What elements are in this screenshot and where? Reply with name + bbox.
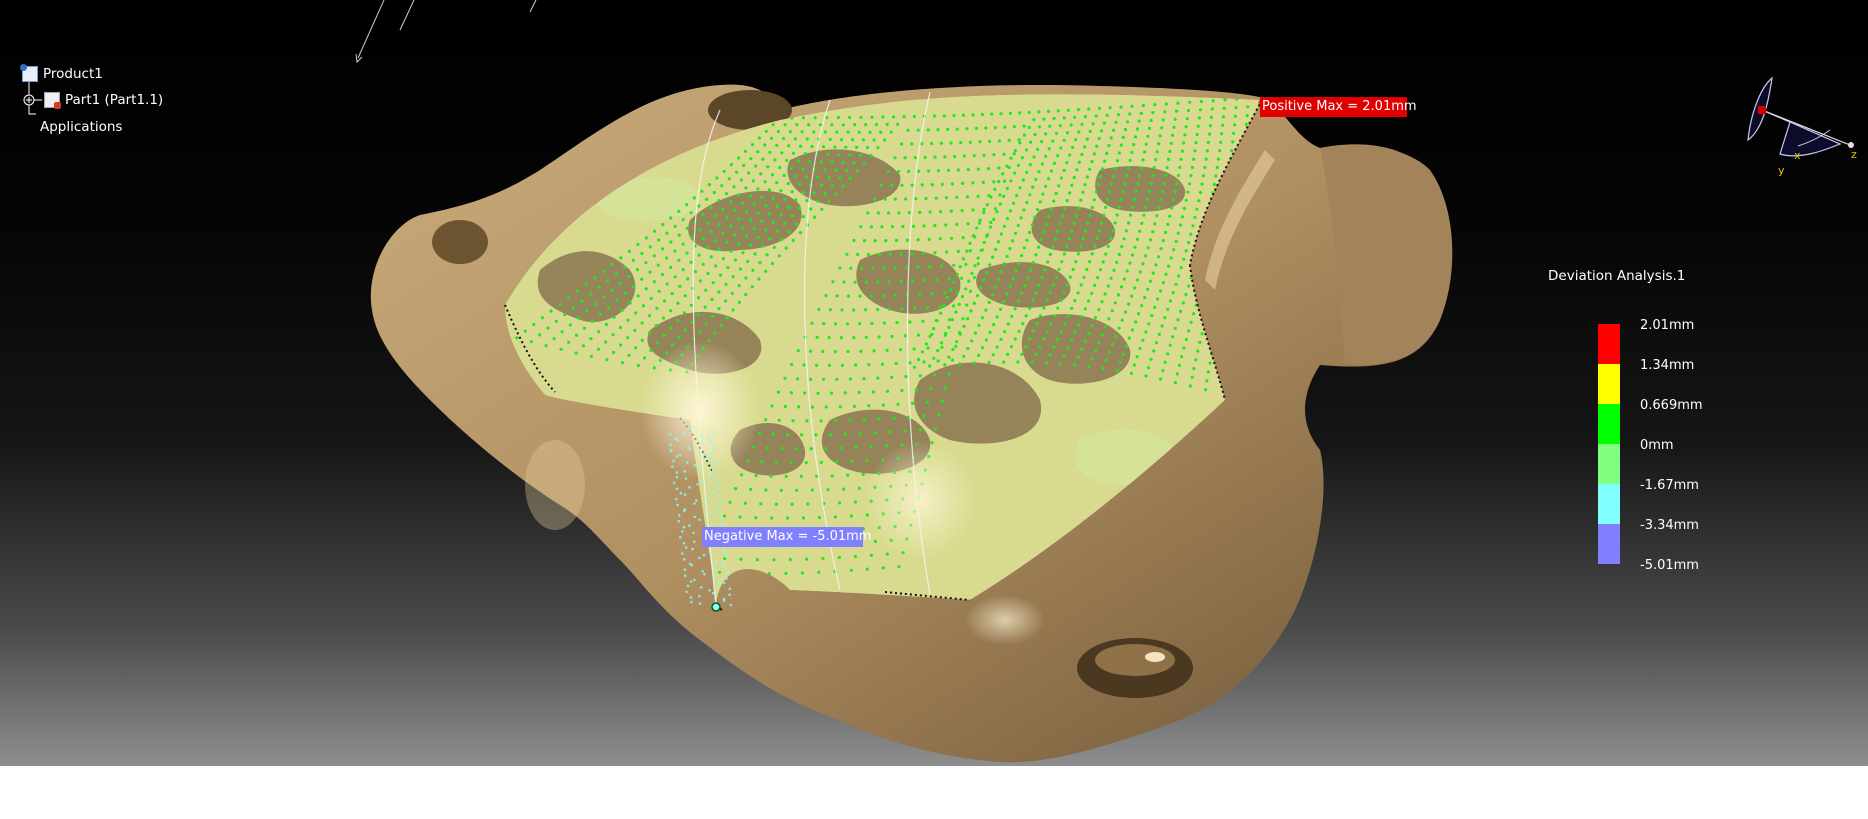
negative-max-marker [711, 602, 721, 612]
compass-icon[interactable]: x y z [1740, 70, 1860, 180]
legend-swatch [1598, 324, 1620, 364]
model-canvas[interactable] [0, 0, 1868, 766]
legend-label: 1.34mm [1640, 358, 1695, 373]
product-icon [20, 64, 38, 82]
tree-item-label: Part1 (Part1.1) [65, 92, 164, 108]
model-hole-left [432, 220, 488, 264]
legend-title: Deviation Analysis.1 [1548, 268, 1686, 284]
compass-z-label: z [1851, 148, 1857, 161]
legend-swatch [1598, 364, 1620, 404]
legend-swatch [1598, 484, 1620, 524]
part-icon [44, 92, 61, 109]
tree-item-label: Product1 [43, 66, 103, 82]
tree-item-applications[interactable]: Applications [40, 119, 122, 135]
axis-lines-top [355, 0, 537, 64]
tree-item-product1[interactable]: Product1 [20, 64, 103, 82]
legend-label: 0mm [1640, 438, 1674, 453]
deviation-model[interactable] [370, 84, 1453, 763]
compass-y-label: y [1778, 164, 1785, 177]
positive-max-label: Positive Max = 2.01mm [1260, 97, 1417, 117]
legend-label: -3.34mm [1640, 518, 1699, 533]
legend-label: 2.01mm [1640, 318, 1695, 333]
status-strip [0, 766, 1868, 819]
tree-item-part1[interactable]: Part1 (Part1.1) [44, 92, 164, 109]
legend-label: -1.67mm [1640, 478, 1699, 493]
legend-label: 0.669mm [1640, 398, 1703, 413]
compass-x-label: x [1794, 149, 1801, 162]
legend-swatch [1598, 444, 1620, 484]
3d-viewport[interactable]: Product1 Part1 (Part1.1) Applications Po… [0, 0, 1868, 766]
color-scale-bar[interactable] [1598, 324, 1620, 564]
legend-swatch [1598, 524, 1620, 564]
legend-swatch [1598, 404, 1620, 444]
legend-label: -5.01mm [1640, 558, 1699, 573]
negative-max-label: Negative Max = -5.01mm [702, 527, 871, 547]
tree-item-label: Applications [40, 119, 123, 135]
